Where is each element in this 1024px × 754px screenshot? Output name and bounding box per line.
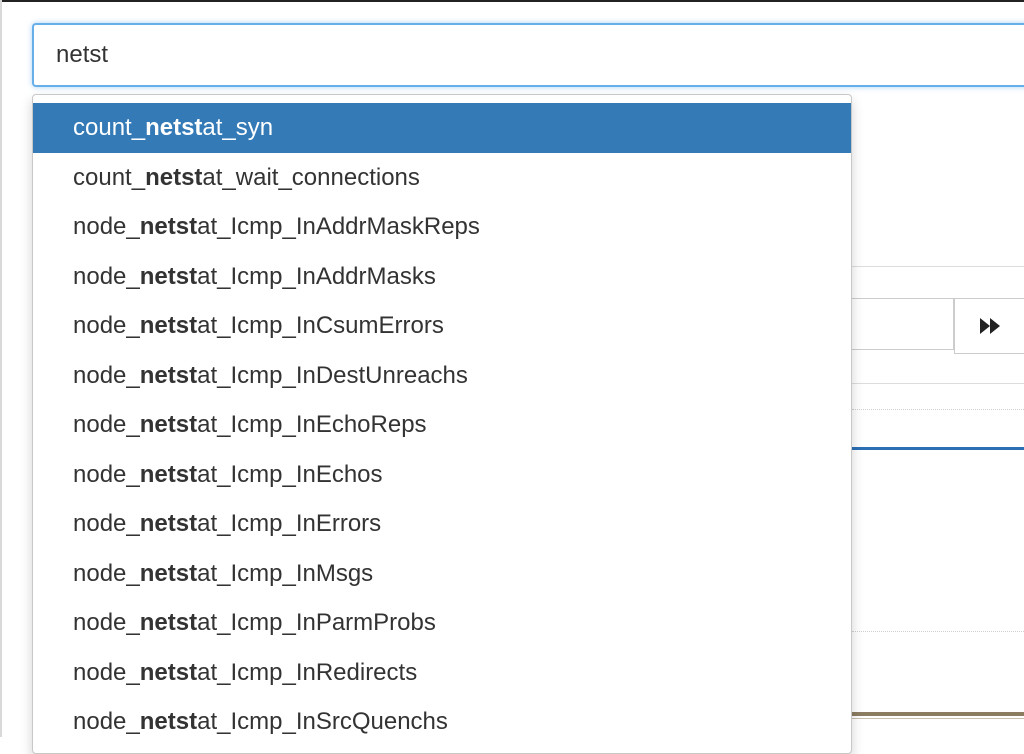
- item-suffix: at_Icmp_InRedirects: [197, 658, 418, 686]
- autocomplete-item[interactable]: node_netstat_Icmp_InMsgs: [33, 549, 851, 599]
- item-prefix: node_: [73, 411, 140, 438]
- background-grid-line: [852, 631, 1024, 632]
- item-match-highlight: netst: [139, 411, 198, 438]
- background-divider: [852, 266, 1024, 267]
- autocomplete-item[interactable]: node_netstat_Icmp_InEchos: [33, 450, 851, 500]
- item-match-highlight: netst: [145, 163, 203, 191]
- expression-input[interactable]: [32, 23, 1024, 87]
- background-range-input[interactable]: [852, 298, 954, 350]
- item-suffix: at_Icmp_InParmProbs: [197, 609, 436, 636]
- item-match-highlight: netst: [139, 460, 198, 488]
- autocomplete-item[interactable]: count_netstat_wait_connections: [33, 153, 851, 203]
- item-match-highlight: netst: [139, 708, 198, 735]
- item-match-highlight: netst: [139, 262, 198, 290]
- item-prefix: node_: [73, 658, 140, 686]
- background-tab-rule: [852, 447, 1024, 450]
- item-prefix: count_: [73, 114, 146, 141]
- item-match-highlight: netst: [145, 114, 203, 141]
- autocomplete-item[interactable]: node_netstat_Icmp_InRedirects: [33, 648, 851, 698]
- item-suffix: at_Icmp_InDestUnreachs: [197, 361, 468, 389]
- background-divider: [852, 383, 1024, 384]
- autocomplete-item[interactable]: count_netstat_syn: [33, 103, 851, 153]
- item-match-highlight: netst: [139, 312, 198, 339]
- background-next-button[interactable]: [954, 298, 1024, 354]
- item-prefix: node_: [73, 510, 140, 537]
- item-suffix: at_Icmp_InAddrMaskReps: [197, 213, 480, 240]
- item-match-highlight: netst: [139, 658, 198, 686]
- window-left-border: [0, 0, 2, 737]
- autocomplete-item[interactable]: node_netstat_Icmp_InDestUnreachs: [33, 351, 851, 401]
- item-prefix: count_: [73, 163, 146, 191]
- background-grid-line: [852, 409, 1024, 410]
- background-graph-series: [852, 718, 1024, 719]
- item-match-highlight: netst: [139, 361, 198, 389]
- item-match-highlight: netst: [139, 213, 198, 240]
- item-suffix: at_wait_connections: [202, 163, 420, 191]
- item-prefix: node_: [73, 708, 140, 735]
- autocomplete-item[interactable]: node_netstat_Icmp_InCsumErrors: [33, 301, 851, 351]
- item-match-highlight: netst: [139, 559, 198, 587]
- item-suffix: at_Icmp_InErrors: [197, 510, 382, 537]
- autocomplete-item[interactable]: node_netstat_Icmp_InAddrMaskReps: [33, 202, 851, 252]
- autocomplete-item[interactable]: node_netstat_Icmp_InErrors: [33, 499, 851, 549]
- item-suffix: at_syn: [202, 114, 274, 141]
- item-suffix: at_Icmp_InAddrMasks: [197, 262, 436, 290]
- item-match-highlight: netst: [139, 510, 198, 537]
- item-suffix: at_Icmp_InMsgs: [197, 559, 374, 587]
- background-graph-series: [852, 712, 1024, 716]
- autocomplete-dropdown: count_netstat_syn count_netstat_wait_conn…: [32, 94, 852, 754]
- item-prefix: node_: [73, 559, 140, 587]
- window-top-border: [0, 0, 1024, 2]
- autocomplete-item[interactable]: node_netstat_Icmp_InAddrMasks: [33, 252, 851, 302]
- item-prefix: node_: [73, 609, 140, 636]
- autocomplete-item[interactable]: node_netstat_Icmp_InSrcQuenchs: [33, 697, 851, 747]
- autocomplete-item[interactable]: node_netstat_Icmp_InEchoReps: [33, 400, 851, 450]
- autocomplete-item[interactable]: node_netstat_Icmp_InParmProbs: [33, 598, 851, 648]
- item-prefix: node_: [73, 262, 140, 290]
- item-suffix: at_Icmp_InCsumErrors: [197, 312, 444, 339]
- item-prefix: node_: [73, 312, 140, 339]
- item-match-highlight: netst: [139, 609, 198, 636]
- fast-forward-icon: [979, 318, 1000, 334]
- item-prefix: node_: [73, 213, 140, 240]
- item-suffix: at_Icmp_InSrcQuenchs: [197, 708, 448, 735]
- item-suffix: at_Icmp_InEchoReps: [197, 411, 427, 438]
- item-prefix: node_: [73, 460, 140, 488]
- item-prefix: node_: [73, 361, 140, 389]
- item-suffix: at_Icmp_InEchos: [197, 460, 383, 488]
